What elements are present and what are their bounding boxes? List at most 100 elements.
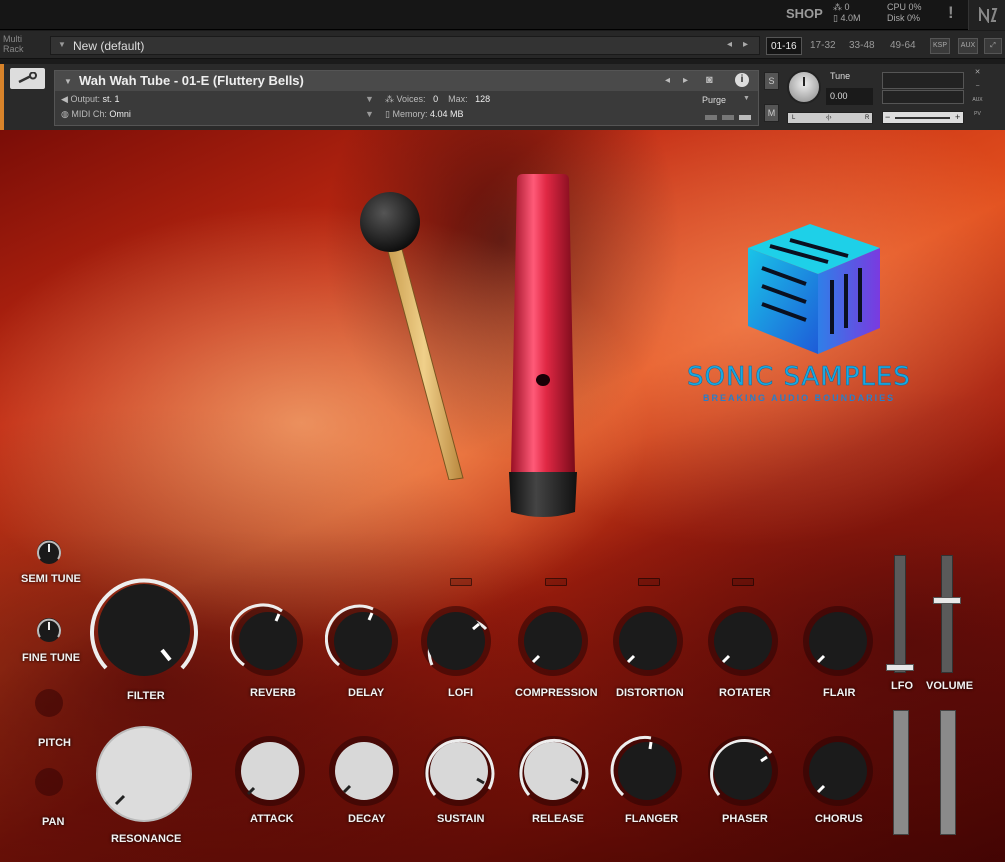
tune-label: Tune [830,71,851,81]
output-icon: ◀ [61,94,68,104]
level-led [705,115,717,120]
volume-slider[interactable]: − + [882,111,964,124]
solo-button[interactable]: S [764,72,779,90]
close-icon[interactable]: ✕ [972,68,983,77]
lofi-led[interactable] [450,578,472,586]
level-meter-right [882,90,964,104]
rack-label-line1: Multi [3,34,23,44]
flair-knob[interactable] [800,603,876,679]
delay-label: DELAY [348,687,385,699]
caret-down-icon[interactable]: ▼ [365,109,374,119]
phaser-label: PHASER [722,813,768,825]
memory-icon: ▯ [385,109,390,119]
instrument-next-button[interactable]: ▸ [683,75,688,86]
volume-minus: − [885,112,891,122]
delay-knob[interactable] [325,603,401,679]
lfo-fader-handle[interactable] [886,664,914,671]
filter-knob[interactable] [84,572,204,684]
attack-knob[interactable] [232,733,308,809]
ksp-button[interactable]: KSP [930,38,950,54]
semi-tune-knob[interactable] [34,537,64,567]
tab-33-48[interactable]: 33-48 [845,37,879,55]
decay-knob[interactable] [326,733,402,809]
rotater-led[interactable] [732,578,754,586]
resonance-knob[interactable] [94,724,194,824]
output-field[interactable]: ◀ Output: st. 1 [61,94,120,105]
output-value: st. 1 [102,94,120,104]
camera-icon[interactable]: ◙ [706,74,713,86]
memory-value: 4.04 MB [430,109,464,119]
wrench-icon[interactable] [10,68,45,89]
lofi-knob[interactable] [418,603,494,679]
level-meter-left [882,72,964,89]
voice-memory-readout: ⁂ 0 ▯ 4.0M [833,2,860,24]
tune-knob[interactable] [787,70,821,104]
aux-side-button[interactable]: AUX [972,96,983,105]
pv-side-button[interactable]: PV [972,110,983,119]
flanger-knob[interactable] [609,733,685,809]
warning-icon[interactable]: ! [948,3,954,23]
rotater-knob[interactable] [705,603,781,679]
distortion-led[interactable] [638,578,660,586]
chorus-knob[interactable] [800,733,876,809]
distortion-knob[interactable] [610,603,686,679]
sustain-knob[interactable] [421,733,497,809]
caret-down-icon[interactable]: ▼ [743,95,750,102]
caret-down-icon: ▼ [58,40,66,49]
tab-17-32[interactable]: 17-32 [806,37,840,55]
output-label: Output: [70,94,100,104]
compression-label: COMPRESSION [515,687,598,699]
rack-prev-button[interactable]: ◂ [727,39,732,50]
purge-button[interactable]: Purge [702,95,726,105]
instrument-name: Wah Wah Tube - 01-E (Fluttery Bells) [79,73,304,88]
ni-logo-icon[interactable] [968,0,1005,30]
pan-center-label: ‹|› [826,115,832,121]
memory-field: ▯ Memory: 4.04 MB [385,109,464,120]
lofi-label: LOFI [448,687,474,699]
chorus-label: CHORUS [815,813,863,825]
midi-value: Omni [109,109,131,119]
rack-next-button[interactable]: ▸ [743,39,748,50]
pan-label: PAN [42,816,65,828]
release-knob[interactable] [515,733,591,809]
phaser-knob[interactable] [705,733,781,809]
pitch-label: PITCH [38,737,71,749]
caret-down-icon[interactable]: ▼ [365,94,374,104]
max-value[interactable]: 128 [475,94,490,104]
volume-fader-handle[interactable] [933,597,961,604]
memory-label: Memory: [392,109,428,119]
pan-left-label: L [792,115,796,121]
lfo-label: LFO [891,680,913,692]
reverb-knob[interactable] [230,603,306,679]
compression-led[interactable] [545,578,567,586]
instrument-name-row[interactable]: ▼ Wah Wah Tube - 01-E (Fluttery Bells) ◂… [55,71,758,91]
volume-fader-track[interactable] [941,555,953,673]
instrument-gui-background: SONIC SAMPLES BREAKING AUDIO BOUNDARIES … [0,130,1005,862]
tab-49-64[interactable]: 49-64 [886,37,920,55]
expand-icon[interactable]: ⤢ [984,38,1002,54]
attack-label: ATTACK [250,813,294,825]
aux-button[interactable]: AUX [958,38,978,54]
level-led [739,115,751,120]
level-led [722,115,734,120]
midi-channel-field[interactable]: ◍ MIDI Ch: Omni [61,109,131,120]
compression-knob[interactable] [515,603,591,679]
mallet-illustration [360,192,464,480]
volume-plus: + [955,112,961,122]
instrument-prev-button[interactable]: ◂ [665,75,670,86]
fine-tune-knob[interactable] [34,615,64,645]
minimize-icon[interactable]: − [972,82,983,91]
tune-value-field[interactable]: 0.00 [826,88,873,105]
mute-button[interactable]: M [764,104,779,122]
tab-01-16[interactable]: 01-16 [766,37,802,55]
rotater-label: ROTATER [719,687,771,699]
shop-button[interactable]: SHOP [786,6,823,21]
pan-knob[interactable] [32,765,66,799]
lfo-fader-track[interactable] [894,555,906,673]
rack-name: New (default) [73,39,145,53]
info-icon[interactable]: i [735,73,749,87]
pan-slider[interactable]: L ‹|› R [787,112,873,124]
midi-label: MIDI Ch: [71,109,107,119]
rack-name-dropdown[interactable]: ▼ New (default) ◂ ▸ [50,36,760,55]
pitch-knob[interactable] [32,686,66,720]
